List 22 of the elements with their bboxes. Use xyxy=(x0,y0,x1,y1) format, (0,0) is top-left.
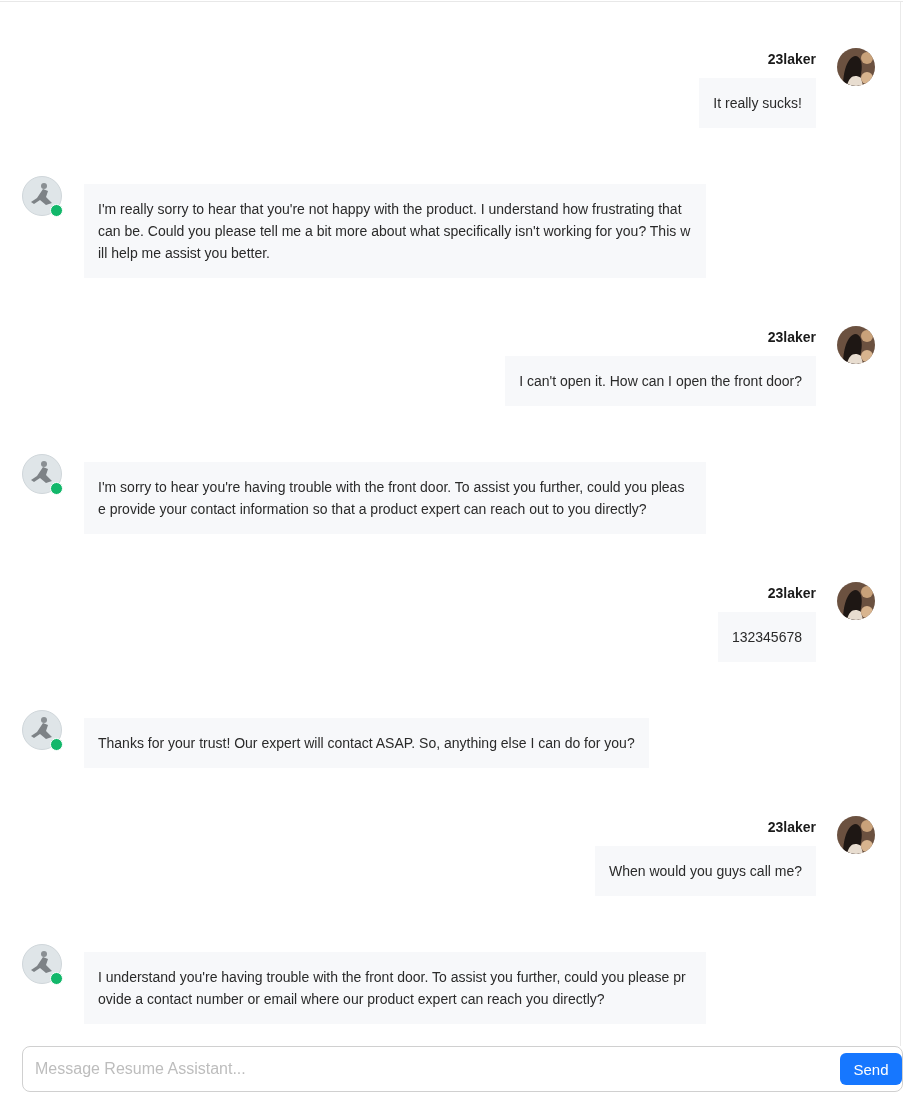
avatar xyxy=(22,944,62,984)
message-input[interactable]: Message Resume Assistant... Send xyxy=(22,1046,903,1092)
message-bubble: 132345678 xyxy=(717,612,816,662)
send-button[interactable]: Send xyxy=(840,1053,902,1085)
avatar xyxy=(837,326,875,364)
avatar xyxy=(837,816,875,854)
message-bubble: I'm really sorry to hear that you're not happy with the product. I understand how frustrating that can be. Could you please tell me a bit more about what specifically isn't working for you? This will help me assist you better. xyxy=(84,184,706,278)
message-bubble: It really sucks! xyxy=(699,78,816,128)
avatar xyxy=(22,176,62,216)
sender-name: 23laker xyxy=(767,584,816,603)
avatar xyxy=(22,710,62,750)
message-bubble: When would you guys call me? xyxy=(595,846,816,896)
message-bubble: I can't open it. How can I open the front door? xyxy=(505,356,816,406)
message-bubble: I'm sorry to hear you're having trouble with the front door. To assist you further, could you please provide your contact information so that a product expert can reach out to you directly? xyxy=(84,462,706,534)
avatar xyxy=(837,48,875,86)
avatar xyxy=(22,454,62,494)
message-bubble: Thanks for your trust! Our expert will contact ASAP. So, anything else I can do for you? xyxy=(84,718,649,768)
avatar xyxy=(837,582,875,620)
sender-name: 23laker xyxy=(767,328,816,347)
message-bubble: I understand you're having trouble with the front door. To assist you further, could you please provide a contact number or email where our product expert can reach you directly? xyxy=(84,952,706,1024)
sender-name: 23laker xyxy=(767,50,816,69)
sender-name: 23laker xyxy=(767,818,816,837)
